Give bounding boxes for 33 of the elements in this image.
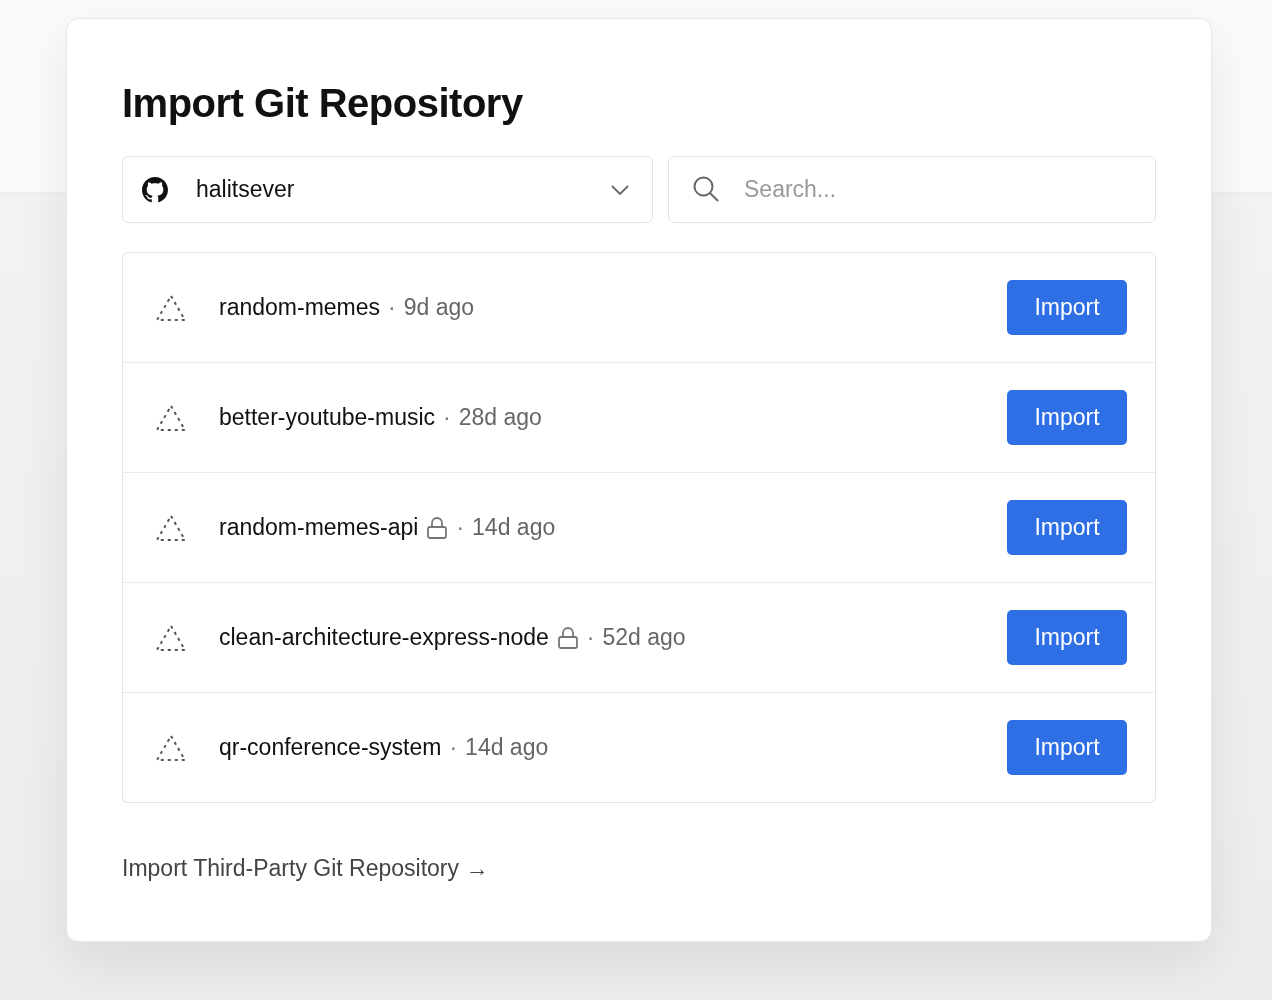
updated-time: 14d ago	[472, 514, 556, 541]
updated-time: 14d ago	[465, 734, 549, 761]
search-icon	[692, 175, 720, 203]
updated-time: 28d ago	[458, 404, 542, 431]
import-button[interactable]: Import	[1007, 280, 1127, 335]
import-button[interactable]: Import	[1007, 500, 1127, 555]
repository-name: better-youtube-music	[219, 404, 436, 431]
separator-dot: ·	[456, 514, 465, 541]
repository-name: qr-conference-system	[219, 734, 442, 761]
separator-dot: ·	[449, 734, 458, 761]
dashed-triangle-icon	[155, 403, 187, 432]
updated-time: 9d ago	[403, 294, 475, 321]
separator-dot: ·	[443, 404, 451, 431]
third-party-import-link[interactable]: Import Third-Party Git Repository →	[122, 855, 489, 882]
dashed-triangle-icon	[155, 623, 187, 652]
repository-name: clean-architecture-express-node	[219, 624, 549, 651]
import-button[interactable]: Import	[1007, 720, 1127, 775]
separator-dot: ·	[388, 294, 396, 321]
updated-time: 52d ago	[602, 624, 686, 651]
import-button[interactable]: Import	[1007, 610, 1127, 665]
import-button[interactable]: Import	[1007, 390, 1127, 445]
chevron-down-icon	[610, 183, 630, 196]
account-name: halitsever	[196, 176, 296, 203]
dashed-triangle-icon	[155, 733, 187, 762]
cat-logo-icon	[142, 176, 168, 203]
page-title: Import Git Repository	[122, 81, 523, 126]
dashed-triangle-icon	[155, 513, 187, 542]
search-field[interactable]: Search...	[668, 156, 1156, 223]
repository-name: random-memes-api	[219, 514, 419, 541]
repository-name: random-memes	[219, 294, 381, 321]
account-select[interactable]: halitsever	[122, 156, 653, 223]
dashed-triangle-icon	[155, 293, 187, 322]
separator-dot: ·	[586, 624, 595, 651]
